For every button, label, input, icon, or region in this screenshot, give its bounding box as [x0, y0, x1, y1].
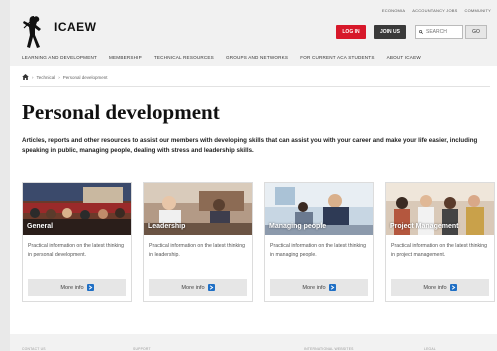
nav-students[interactable]: FOR CURRENT ACA STUDENTS: [300, 55, 374, 60]
icaew-logo[interactable]: ICAEW: [20, 14, 97, 50]
page: ECONOMIA ACCOUNTANCY JOBS COMMUNITY ICAE…: [10, 0, 497, 351]
more-info-label: More info: [302, 284, 326, 291]
card-title: Project Management: [390, 223, 459, 230]
more-info-label: More info: [181, 284, 205, 291]
card-general[interactable]: General Practical information on the lat…: [22, 182, 132, 302]
more-info-button[interactable]: More info: [270, 279, 368, 296]
more-info-button[interactable]: More info: [391, 279, 489, 296]
top-link-jobs[interactable]: ACCOUNTANCY JOBS: [412, 8, 457, 13]
nav-groups[interactable]: GROUPS AND NETWORKS: [226, 55, 288, 60]
card-title: General: [27, 223, 54, 230]
breadcrumb-current: Personal development: [62, 74, 108, 80]
join-button[interactable]: JOIN US: [374, 25, 406, 39]
search-box: [415, 25, 463, 39]
more-info-label: More info: [60, 284, 84, 291]
card-description: Practical information on the latest thin…: [270, 243, 367, 258]
more-info-button[interactable]: More info: [28, 279, 126, 296]
breadcrumb-technical[interactable]: Technical: [37, 75, 56, 80]
search-go-button[interactable]: GO: [465, 25, 487, 39]
more-info-label: More info: [423, 284, 447, 291]
nav-learning[interactable]: LEARNING AND DEVELOPMENT: [22, 55, 97, 60]
card-managing-people[interactable]: Managing people Practical information on…: [264, 182, 374, 302]
card-project-management[interactable]: Project Management Practical information…: [385, 182, 495, 302]
card-title: Leadership: [148, 223, 186, 230]
login-button[interactable]: LOG IN: [336, 25, 366, 39]
footer-international[interactable]: INTERNATIONAL WEBSITES: [304, 347, 354, 351]
arrow-icon: [449, 284, 457, 291]
top-link-community[interactable]: COMMUNITY: [465, 8, 491, 13]
page-title: Personal development: [22, 100, 220, 124]
main-nav: LEARNING AND DEVELOPMENT MEMBERSHIP TECH…: [22, 55, 433, 60]
nav-membership[interactable]: MEMBERSHIP: [109, 55, 142, 60]
logo-figure-icon: [23, 16, 41, 48]
page-intro: Articles, reports and other resources to…: [22, 137, 478, 154]
logo-text: ICAEW: [54, 20, 97, 34]
arrow-icon: [207, 284, 215, 291]
top-links: ECONOMIA ACCOUNTANCY JOBS COMMUNITY: [382, 8, 491, 13]
footer-support[interactable]: SUPPORT: [133, 347, 151, 351]
divider: [20, 86, 490, 87]
search-icon: [419, 30, 423, 35]
breadcrumb: › Technical › Personal development: [22, 74, 108, 80]
card-title: Managing people: [269, 223, 327, 230]
breadcrumb-separator: ›: [58, 74, 60, 80]
arrow-icon: [328, 284, 336, 291]
site-header: ECONOMIA ACCOUNTANCY JOBS COMMUNITY ICAE…: [10, 0, 497, 66]
site-footer: CONTACT US SUPPORT INTERNATIONAL WEBSITE…: [10, 334, 497, 351]
more-info-button[interactable]: More info: [149, 279, 247, 296]
search-input[interactable]: [426, 29, 462, 35]
card-description: Practical information on the latest thin…: [391, 243, 488, 258]
breadcrumb-separator: ›: [32, 74, 34, 80]
home-icon[interactable]: [22, 74, 29, 80]
card-leadership[interactable]: Leadership Practical information on the …: [143, 182, 253, 302]
card-description: Practical information on the latest thin…: [28, 243, 125, 258]
footer-legal[interactable]: LEGAL: [424, 347, 436, 351]
nav-about[interactable]: ABOUT ICAEW: [387, 55, 421, 60]
footer-contact[interactable]: CONTACT US: [22, 347, 46, 351]
nav-technical[interactable]: TECHNICAL RESOURCES: [154, 55, 214, 60]
arrow-icon: [86, 284, 94, 291]
top-link-economia[interactable]: ECONOMIA: [382, 8, 405, 13]
card-description: Practical information on the latest thin…: [149, 243, 246, 258]
